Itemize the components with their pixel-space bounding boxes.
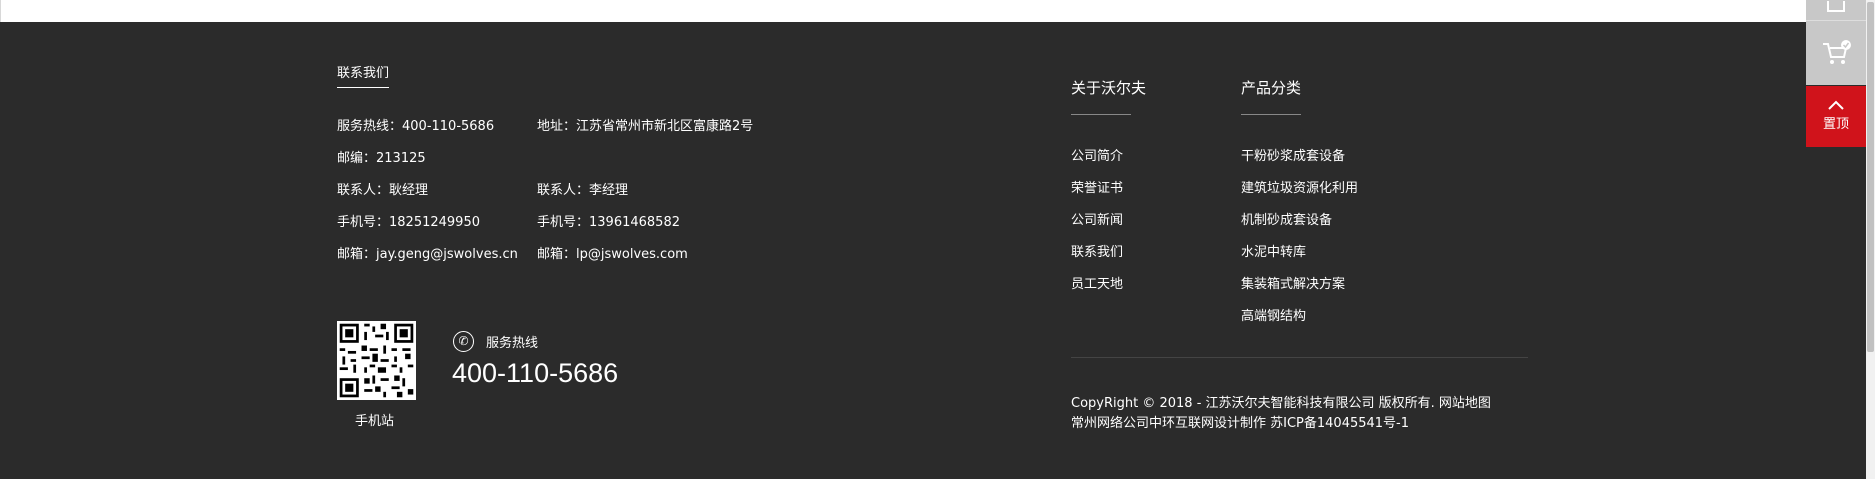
postcode-text: 邮编：213125 [337,151,426,166]
link-product-3[interactable]: 机制砂成套设备 [1241,209,1332,228]
link-product-1[interactable]: 干粉砂浆成套设备 [1241,145,1345,164]
about-title: 关于沃尔夫 [1071,77,1146,115]
link-company-intro[interactable]: 公司简介 [1071,145,1123,164]
hotline-text: 服务热线：400-110-5686 [337,119,495,134]
hotline-label: 服务热线 [486,336,539,351]
link-honors[interactable]: 荣誉证书 [1071,177,1123,196]
cart-button[interactable] [1806,21,1866,85]
contact-person-2: 联系人：李经理 [537,183,629,198]
back-to-top-button[interactable]: 置顶 [1806,86,1866,147]
site-footer [0,22,1866,479]
inbox-icon [1827,1,1845,12]
email-2[interactable]: 邮箱：lp@jswolves.com [537,243,688,262]
copyright-line[interactable]: CopyRight © 2018 - 江苏沃尔夫智能科技有限公司 版权所有. 网… [1071,392,1491,411]
phone-icon: ✆ [453,331,474,352]
qr-code [337,321,416,400]
contact-person-1: 联系人：耿经理 [337,183,429,198]
icp-line[interactable]: 常州网络公司中环互联网设计制作 苏ICP备14045541号-1 [1071,412,1409,431]
scrollbar-thumb[interactable] [1867,2,1874,352]
footer-divider [1071,357,1528,358]
mobile-site-label: 手机站 [355,414,395,429]
link-product-4[interactable]: 水泥中转库 [1241,241,1306,260]
link-contact[interactable]: 联系我们 [1071,241,1123,260]
link-staff[interactable]: 员工天地 [1071,273,1123,292]
link-product-5[interactable]: 集装箱式解决方案 [1241,273,1345,292]
top-strip [0,0,1806,22]
chevron-up-icon [1828,100,1844,110]
email-1[interactable]: 邮箱：jay.geng@jswolves.cn [337,243,518,262]
hotline-number: 400-110-5686 [452,358,619,388]
link-news[interactable]: 公司新闻 [1071,209,1123,228]
contact-title: 联系我们 [337,62,390,88]
address-text: 地址：江苏省常州市新北区富康路2号 [537,119,754,134]
link-product-6[interactable]: 高端钢结构 [1241,305,1306,324]
products-title: 产品分类 [1241,77,1301,115]
scrollbar[interactable] [1866,0,1875,479]
cart-icon [1823,40,1851,64]
mobile-2: 手机号：13961468582 [537,215,680,230]
back-to-top-label: 置顶 [1822,117,1849,132]
side-button-top[interactable] [1806,0,1866,21]
link-product-2[interactable]: 建筑垃圾资源化利用 [1241,177,1358,196]
mobile-1: 手机号：18251249950 [337,215,480,230]
